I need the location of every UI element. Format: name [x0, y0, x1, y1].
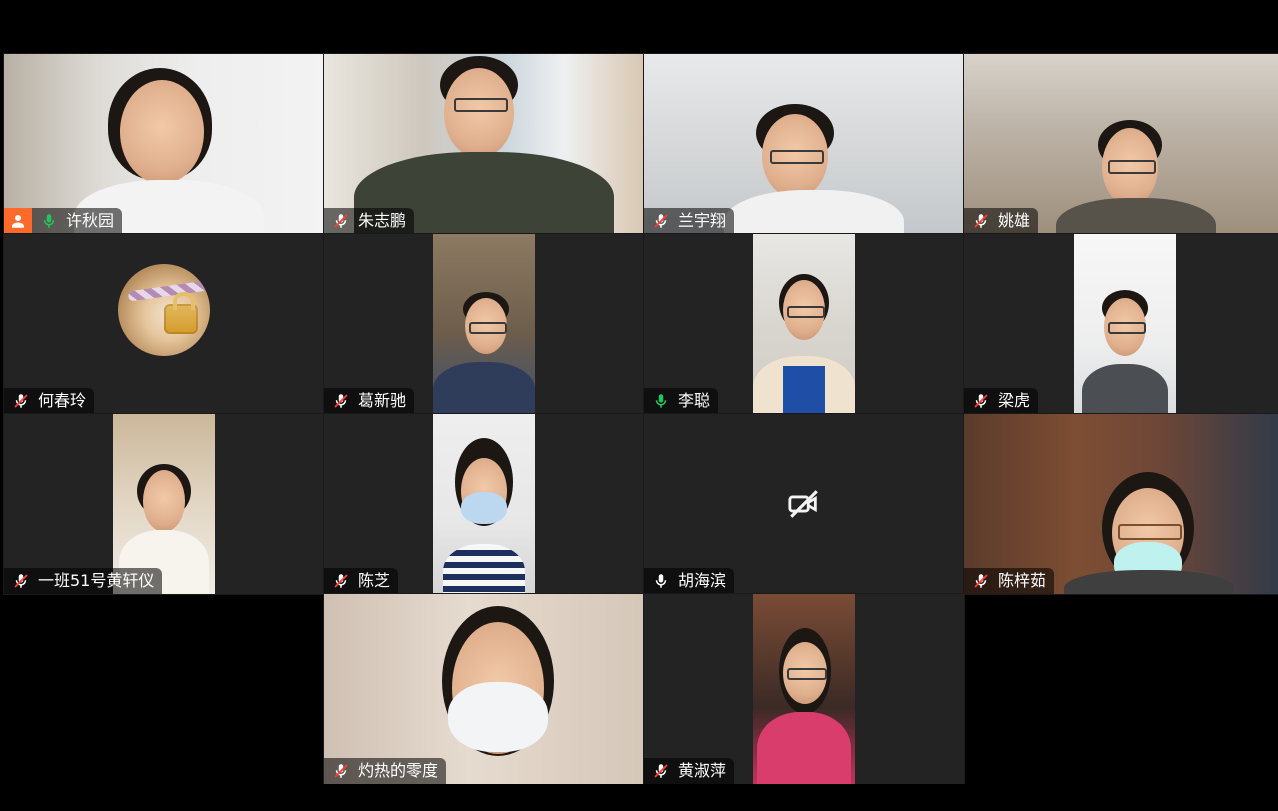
participant-video [4, 54, 324, 234]
profile-avatar [118, 264, 210, 356]
participant-tile[interactable]: 陈芝 [323, 413, 645, 595]
participant-name: 胡海滨 [678, 571, 727, 590]
face-mask [448, 682, 548, 752]
mic-muted-icon [970, 570, 992, 592]
participant-nameplate: 陈芝 [324, 568, 399, 594]
face-mask [461, 492, 507, 524]
participant-tile[interactable]: 梁虎 [963, 233, 1278, 415]
participant-name: 朱志鹏 [358, 211, 407, 230]
glasses [1108, 322, 1146, 334]
participant-nameplate: 一班51号黄轩仪 [4, 568, 163, 594]
participant-tile[interactable]: 葛新驰 [323, 233, 645, 415]
glasses [454, 98, 508, 112]
participant-video [324, 594, 644, 784]
glasses [770, 150, 824, 164]
glasses [1118, 524, 1182, 540]
participant-nameplate: 何春玲 [4, 388, 95, 414]
avatar-lock [164, 292, 198, 334]
mic-muted-icon [330, 570, 352, 592]
glasses [1108, 160, 1156, 174]
avatar-cord [127, 280, 209, 302]
participant-nameplate: 姚雄 [964, 208, 1039, 234]
shirt [433, 362, 535, 414]
host-icon [4, 208, 32, 234]
participant-video [1074, 234, 1176, 414]
participant-tile[interactable]: 胡海滨 [643, 413, 965, 595]
shirt [1056, 198, 1216, 234]
face [143, 470, 185, 532]
participant-tile[interactable]: 许秋园 [3, 53, 325, 235]
participant-name: 梁虎 [998, 391, 1031, 410]
participant-tile[interactable]: 黄淑萍 [643, 593, 965, 785]
participant-name: 李聪 [678, 391, 711, 410]
shirt [724, 190, 904, 234]
participant-name: 何春玲 [38, 391, 87, 410]
face [444, 68, 514, 158]
participant-name: 兰宇翔 [678, 211, 727, 230]
glasses [469, 322, 507, 334]
mic-muted-icon [330, 390, 352, 412]
participant-nameplate: 梁虎 [964, 388, 1039, 414]
participant-tile[interactable]: 朱志鹏 [323, 53, 645, 235]
mic-on-icon [650, 570, 672, 592]
participant-name: 灼热的零度 [358, 761, 439, 780]
camera-off-icon [788, 490, 818, 518]
participant-tile[interactable]: 李聪 [643, 233, 965, 415]
participant-video [753, 594, 855, 784]
shirt [1064, 570, 1234, 594]
participant-tile[interactable]: 陈梓茹 [963, 413, 1278, 595]
participant-name: 一班51号黄轩仪 [38, 571, 155, 590]
participant-tile[interactable]: 兰宇翔 [643, 53, 965, 235]
participant-name: 黄淑萍 [678, 761, 727, 780]
participant-video [964, 414, 1278, 594]
participant-name: 许秋园 [66, 211, 115, 230]
shirt [1082, 364, 1168, 414]
participant-name: 陈梓茹 [998, 571, 1047, 590]
mic-on-icon [38, 210, 60, 232]
inner-shirt [783, 366, 825, 414]
participant-nameplate: 许秋园 [4, 208, 123, 234]
participant-video [433, 414, 535, 594]
participant-nameplate: 兰宇翔 [644, 208, 735, 234]
participant-name: 葛新驰 [358, 391, 407, 410]
participant-grid: 许秋园 朱志鹏 兰宇翔 姚雄 何春玲 葛新驰 李聪 梁虎 一班51号黄轩仪 陈芝… [3, 53, 1278, 785]
participant-video [964, 54, 1278, 234]
meeting-window: 许秋园 朱志鹏 兰宇翔 姚雄 何春玲 葛新驰 李聪 梁虎 一班51号黄轩仪 陈芝… [3, 8, 1278, 805]
participant-nameplate: 灼热的零度 [324, 758, 447, 784]
participant-tile[interactable]: 灼热的零度 [323, 593, 645, 785]
participant-nameplate: 黄淑萍 [644, 758, 735, 784]
jacket [757, 712, 851, 784]
glasses [787, 668, 827, 680]
participant-tile[interactable]: 一班51号黄轩仪 [3, 413, 325, 595]
mic-muted-icon [10, 570, 32, 592]
top-bar [4, 8, 1276, 54]
participant-name: 陈芝 [358, 571, 391, 590]
mic-muted-icon [650, 210, 672, 232]
face [120, 80, 204, 184]
shirt [443, 544, 525, 594]
participant-nameplate: 葛新驰 [324, 388, 415, 414]
mic-muted-icon [650, 760, 672, 782]
participant-video [644, 54, 964, 234]
mic-muted-icon [10, 390, 32, 412]
mic-muted-icon [970, 390, 992, 412]
glasses [787, 306, 825, 318]
mic-muted-icon [970, 210, 992, 232]
participant-nameplate: 朱志鹏 [324, 208, 415, 234]
bottom-bar [4, 784, 1276, 805]
participant-nameplate: 李聪 [644, 388, 719, 414]
participant-video [433, 234, 535, 414]
participant-nameplate: 陈梓茹 [964, 568, 1055, 594]
mic-muted-icon [330, 760, 352, 782]
participant-video [753, 234, 855, 414]
mic-muted-icon [330, 210, 352, 232]
participant-video [324, 54, 644, 234]
participant-tile[interactable]: 姚雄 [963, 53, 1278, 235]
mic-on-icon [650, 390, 672, 412]
participant-name: 姚雄 [998, 211, 1031, 230]
participant-tile[interactable]: 何春玲 [3, 233, 325, 415]
participant-nameplate: 胡海滨 [644, 568, 735, 594]
participant-video [113, 414, 215, 594]
